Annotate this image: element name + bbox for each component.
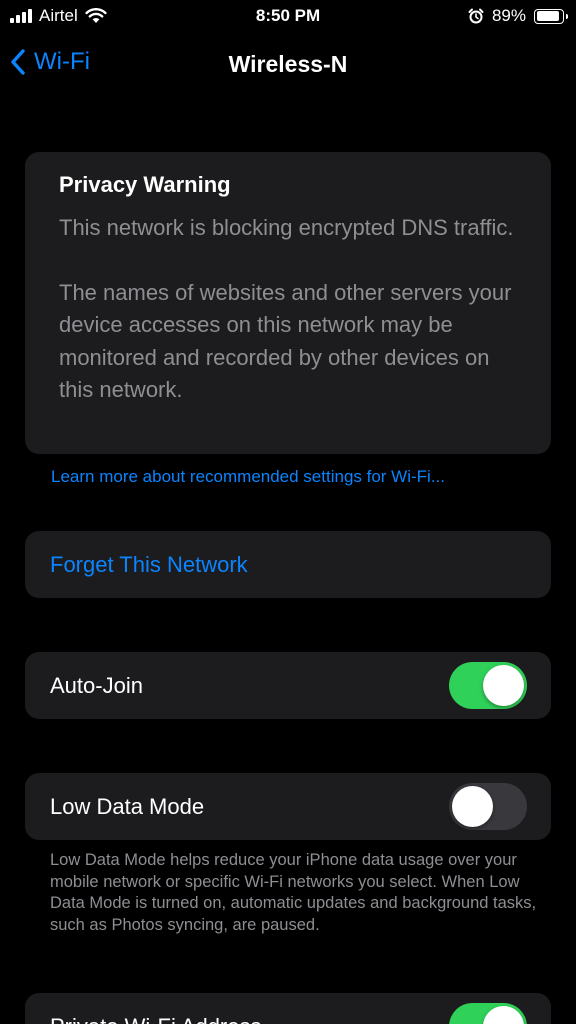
forget-network-label: Forget This Network	[50, 551, 248, 577]
status-bar: Airtel 8:50 PM 89%	[0, 0, 576, 34]
wifi-network-details-screen: Airtel 8:50 PM 89% Wi-Fi Wireless-N Priv…	[0, 0, 576, 1024]
low-data-mode-label: Low Data Mode	[50, 793, 205, 819]
privacy-warning-card: Privacy Warning This network is blocking…	[25, 152, 551, 454]
toggle-knob	[483, 665, 524, 706]
learn-more-link[interactable]: Learn more about recommended settings fo…	[51, 467, 445, 487]
privacy-warning-title: Privacy Warning	[59, 172, 231, 197]
privacy-warning-paragraph-2: The names of websites and other servers …	[59, 279, 512, 403]
auto-join-label: Auto-Join	[50, 672, 143, 698]
navigation-bar: Wi-Fi Wireless-N	[0, 40, 576, 90]
status-right: 89%	[468, 6, 568, 26]
battery-level-fill	[536, 11, 559, 21]
low-data-mode-footnote: Low Data Mode helps reduce your iPhone d…	[50, 851, 537, 934]
privacy-warning-paragraph-1: This network is blocking encrypted DNS t…	[59, 215, 514, 240]
battery-cap	[565, 13, 568, 19]
private-address-toggle[interactable]	[449, 1003, 527, 1024]
private-address-row: Private Wi-Fi Address	[25, 993, 551, 1024]
auto-join-row: Auto-Join	[25, 652, 551, 719]
low-data-mode-row: Low Data Mode	[25, 773, 551, 840]
alarm-icon	[468, 8, 484, 24]
forget-network-button[interactable]: Forget This Network	[25, 531, 551, 598]
toggle-knob	[483, 1006, 524, 1024]
page-title: Wireless-N	[228, 51, 348, 77]
auto-join-toggle[interactable]	[449, 662, 527, 709]
battery-icon	[534, 8, 568, 24]
low-data-mode-toggle[interactable]	[449, 783, 527, 830]
toggle-knob	[452, 786, 493, 827]
private-address-label: Private Wi-Fi Address	[50, 1014, 262, 1024]
battery-percent: 89%	[491, 6, 526, 25]
